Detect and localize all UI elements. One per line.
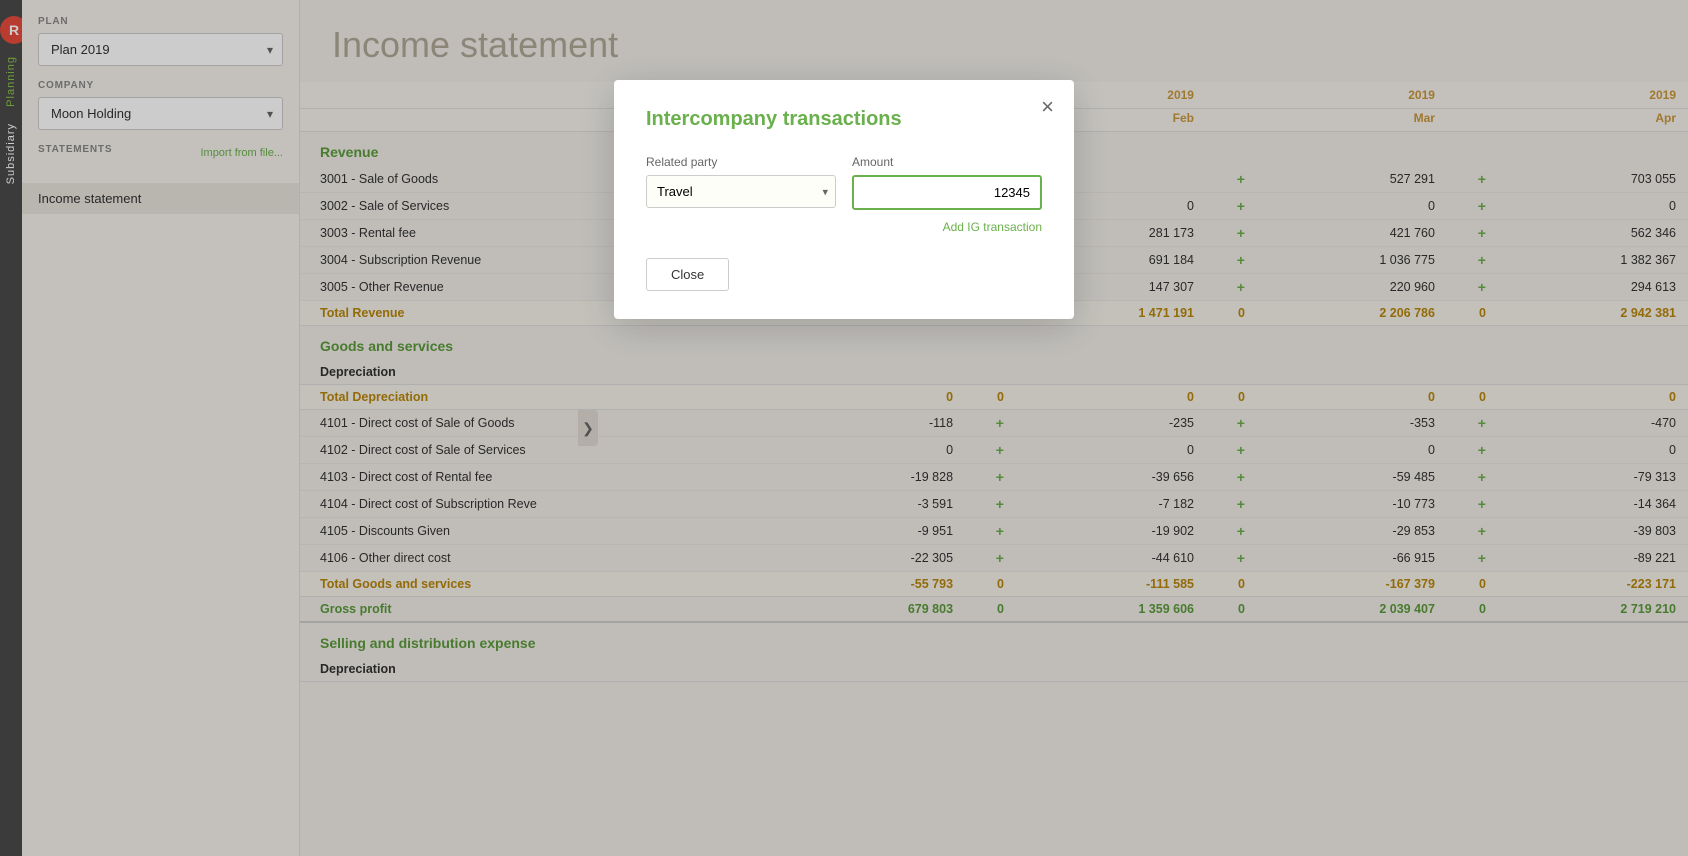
close-button[interactable]: Close [646,258,729,291]
modal-fields: Related party Travel ▾ Amount Add IG tra… [646,155,1042,234]
modal-title: Intercompany transactions [646,108,1042,131]
related-party-select[interactable]: Travel [646,175,836,208]
modal-overlay: Intercompany transactions × Related part… [0,0,1688,856]
amount-label: Amount [852,155,1042,169]
related-party-label: Related party [646,155,836,169]
amount-input[interactable] [852,175,1042,210]
related-party-select-wrapper[interactable]: Travel ▾ [646,175,836,208]
modal-close-button[interactable]: × [1041,96,1054,118]
add-ig-link[interactable]: Add IG transaction [852,220,1042,234]
modal-actions: Close [646,258,1042,291]
intercompany-modal: Intercompany transactions × Related part… [614,80,1074,319]
related-party-field: Related party Travel ▾ [646,155,836,208]
amount-field: Amount Add IG transaction [852,155,1042,234]
